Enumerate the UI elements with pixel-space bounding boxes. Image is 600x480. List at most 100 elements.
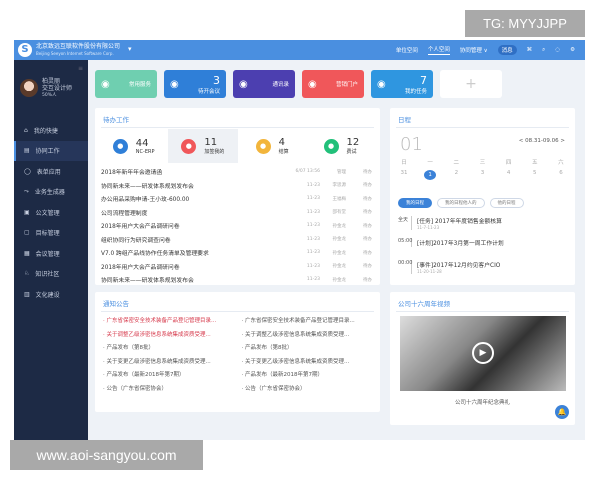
tile-count: 3 [213, 73, 220, 87]
schedule-event[interactable]: 全天 [任务] 2017年年度销售金额核算 11-7-11-23 [398, 216, 567, 230]
notice-item[interactable]: · 产品发布（最新2018年第7期） [103, 370, 234, 378]
gear-icon[interactable]: ⚙ [570, 47, 575, 53]
schedule-event[interactable]: 05:00 [计划]2017年3月第一周工作计划 [398, 238, 567, 247]
shortcut-tile[interactable]: ◉ 常用服务 [95, 70, 157, 98]
todo-row[interactable]: 2018年用户大会产品调研问卷 11-23 孙金龙 待办 [101, 260, 372, 274]
notice-item[interactable]: · 关于变更乙级涉密信息系统集成资质受理... [242, 357, 373, 365]
todo-title[interactable]: 待办工作 [103, 114, 129, 128]
chat-icon[interactable]: ◌ [555, 47, 560, 53]
sidebar-item-label: 公文管理 [35, 209, 60, 217]
todo-row[interactable]: 组织协同行为研究调查问卷 11-23 孙金龙 待办 [101, 233, 372, 247]
schedule-title[interactable]: 日程 [398, 114, 411, 128]
notice-item[interactable]: · 产品发布（第8批） [242, 343, 373, 351]
week-range-nav[interactable]: < 08.31-09.06 > [519, 138, 565, 144]
notice-item[interactable]: · 关于调整乙级涉密信息系统集成资质受理... [242, 330, 373, 338]
apps-icon[interactable]: ⌘ [527, 47, 533, 53]
shortcut-tile[interactable]: ◉ 营销门户 [302, 70, 364, 98]
add-tile-button[interactable]: + [440, 70, 502, 98]
event-body: [任务] 2017年年度销售金额核算 11-7-11-23 [417, 216, 502, 230]
todo-stat-tab[interactable]: ● 12 费试 [307, 129, 376, 163]
notice-item[interactable]: · 广东省保密安全技术装备产品登记管理目录... [242, 316, 373, 324]
nav-collab[interactable]: 协同管理 ∨ [460, 46, 488, 54]
notice-panel: 通知公告 · 广东省保密安全技术装备产品登记管理目录... · 广东省保密安全技术… [95, 292, 380, 412]
video-thumbnail[interactable]: ▶ [400, 316, 566, 391]
todo-stat-tab[interactable]: ● 44 NC-ERP [99, 129, 168, 163]
todo-row[interactable]: V7.0 跨组产品线协作任务清单及管理要求 11-23 孙金龙 待办 [101, 246, 372, 260]
todo-s: 待办 [363, 237, 372, 243]
calendar-day[interactable]: 31 [398, 170, 410, 180]
notice-item[interactable]: · 关于变更乙级涉密信息系统集成资质受理... [103, 357, 234, 365]
todo-row[interactable]: 2018年用户大会产品调研问卷 11-23 孙金龙 待办 [101, 219, 372, 233]
user-dept: 50%人 [42, 93, 57, 98]
event-title: [任务] 2017年年度销售金额核算 [417, 219, 502, 225]
todo-stat-tab[interactable]: ● 4 结算 [238, 129, 307, 163]
todo-row[interactable]: 2018年新年年会邀请函 6/07 13:56 管理 待办 [101, 165, 372, 179]
calendar-day[interactable]: 6 [555, 170, 567, 180]
notice-title[interactable]: 通知公告 [103, 298, 129, 312]
video-caption: 公司十六周年纪念典礼 [454, 400, 510, 406]
menu-icon[interactable]: ≡ [78, 65, 83, 72]
sidebar-item[interactable]: ⤳ 业务生成器 [14, 182, 88, 203]
tile-label: 常用服务 [128, 82, 151, 88]
calendar-day[interactable]: 2 [450, 170, 462, 180]
contacts-icon: ◉ [239, 78, 248, 90]
message-badge[interactable]: 消息 [497, 45, 517, 55]
event-time: 全天 [398, 216, 412, 230]
todo-t: 2018年新年年会邀请函 [101, 170, 163, 177]
stat-count: 4 [278, 137, 285, 148]
schedule-filter[interactable]: 我的日程他人的 [437, 198, 485, 208]
todo-row[interactable]: 公司流程管理制度 11-23 邵有堂 待办 [101, 206, 372, 220]
todo-p: 邵有堂 [332, 210, 347, 216]
sidebar-item[interactable]: ◯ 表单应用 [14, 161, 88, 182]
todo-row[interactable]: 办公用品采购申请-王小玫-600.00 11-23 王福梅 待办 [101, 192, 372, 206]
calendar-day[interactable]: 3 [476, 170, 488, 180]
sidebar-item[interactable]: ♘ 知识社区 [14, 264, 88, 285]
calendar-day[interactable]: 5 [529, 170, 541, 180]
sidebar-item[interactable]: ▢ 目标管理 [14, 223, 88, 244]
sidebar-item[interactable]: ⌂ 我的快捷 [14, 120, 88, 141]
menu-item-icon: ▣ [24, 208, 30, 216]
todo-p: 王福梅 [332, 196, 347, 202]
todo-row[interactable]: 协同新未来——研发体系规划发布会 11-23 孙金龙 待办 [101, 273, 372, 287]
notice-item[interactable]: · 公告（广东省保密协会） [103, 384, 234, 392]
todo-d: 11-23 [306, 263, 320, 269]
sidebar-item[interactable]: ▣ 公文管理 [14, 202, 88, 223]
notice-item[interactable]: · 产品发布（最新2018年第7期） [242, 370, 373, 378]
schedule-event[interactable]: 00:00 [事件]2017年12月约见客户CIO 11-20-11-28 [398, 260, 567, 274]
bell-icon[interactable]: 🔔 [555, 405, 569, 419]
tile-text: 通讯录 [272, 80, 289, 88]
schedule-filter[interactable]: 我的日程 [398, 198, 432, 208]
current-date: 01 [400, 134, 423, 155]
todo-d: 6/07 13:56 [295, 169, 320, 175]
chevron-down-icon[interactable]: ▾ [128, 45, 132, 53]
search-icon[interactable]: ⌕ [542, 47, 545, 54]
stat-count: 44 [135, 137, 149, 149]
todo-stat-tab[interactable]: ● 11 加签我的 [168, 129, 238, 163]
todo-row[interactable]: 协同新未来——研发体系规划发布会 11-23 李思源 待办 [101, 179, 372, 193]
schedule-filter[interactable]: 他的日程 [489, 198, 524, 208]
shortcut-tile[interactable]: ◉ 通讯录 [233, 70, 295, 98]
nav-personal-space[interactable]: 个人空间 [427, 45, 450, 55]
avatar[interactable] [20, 79, 38, 97]
tile-text: 3 待开会议 [198, 74, 220, 95]
shortcut-tile[interactable]: ◉ 7 我的任务 [371, 70, 433, 98]
sidebar-menu: ⌂ 我的快捷 ▤ 协同工作 ◯ 表单应用 ⤳ 业务生成器 ▣ 公文管理 ▢ 目标管理 ▦ 会议管理 ♘ 知识社… [14, 120, 88, 305]
sidebar-item[interactable]: ▤ 协同工作 [14, 140, 88, 161]
sidebar-item[interactable]: ▦ 会议管理 [14, 243, 88, 264]
calendar-day[interactable]: 1 [424, 170, 437, 180]
nav-unit-space[interactable]: 单位空间 [396, 46, 418, 54]
sidebar-item[interactable]: ▥ 文化建设 [14, 284, 88, 305]
tile-count: 7 [420, 73, 427, 87]
video-title[interactable]: 公司十六周年视频 [398, 298, 450, 312]
play-icon[interactable]: ▶ [472, 342, 494, 364]
todo-t: 办公用品采购申请-王小玫-600.00 [101, 197, 190, 204]
notice-item[interactable]: · 公告（广东省保密协会） [242, 384, 373, 392]
shortcut-tile[interactable]: ◉ 3 待开会议 [164, 70, 226, 98]
video-panel: 公司十六周年视频 ▶ 公司十六周年纪念典礼 🔔 [390, 292, 575, 425]
weekday-label: 三 [479, 160, 486, 166]
notice-item[interactable]: · 广东省保密安全技术装备产品登记管理目录... [103, 316, 234, 324]
notice-item[interactable]: · 产品发布（第8批） [103, 343, 234, 351]
calendar-day[interactable]: 4 [503, 170, 515, 180]
notice-item[interactable]: · 关于调整乙级涉密信息系统集成资质受理... [103, 330, 234, 338]
schedule-panel: 日程 01 < 08.31-09.06 > 日 一 二 三 四 五 六 31 1 2 3 4 5 6 我… [390, 108, 575, 285]
